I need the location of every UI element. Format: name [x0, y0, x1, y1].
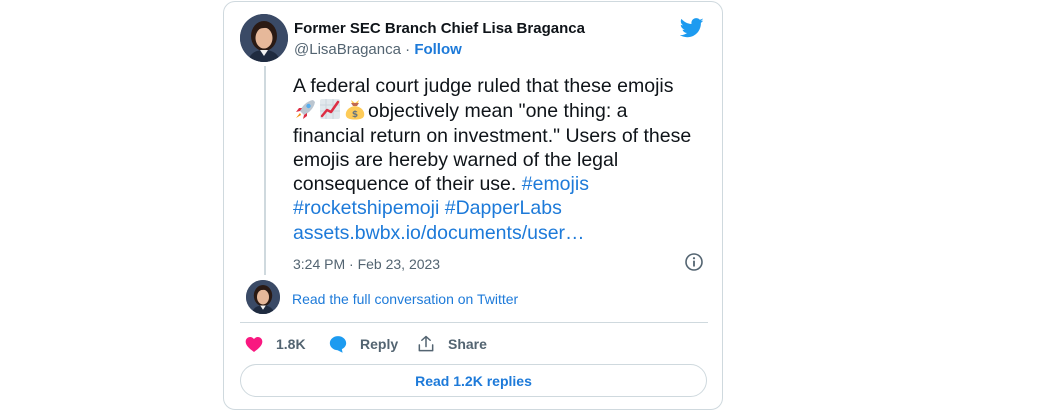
tweet-timestamp[interactable]: 3:24 PM · Feb 23, 2023 [293, 256, 440, 272]
tweet-line-4: emojis are hereby warned of the legal [293, 148, 619, 171]
tweet-url-link[interactable]: assets.bwbx.io/documents/user… [293, 221, 713, 245]
follow-button[interactable]: Follow [414, 41, 462, 58]
share-label: Share [448, 336, 487, 352]
rocket-icon [296, 100, 315, 120]
tweet-line-2: $ objectively mean "one thing: a [293, 98, 713, 123]
handle-separator: · [405, 41, 411, 58]
tweet-line-5: consequence of their use. #emojis [293, 172, 713, 196]
read-replies-label: Read 1.2K replies [415, 372, 532, 389]
hashtag-emojis[interactable]: #emojis [522, 173, 589, 195]
author-handle[interactable]: @LisaBraganca [294, 41, 401, 58]
reply-bubble-icon [329, 336, 347, 353]
twitter-bird-icon[interactable] [680, 18, 704, 38]
svg-text:$: $ [352, 110, 358, 120]
tweet-line-2-text: objectively mean "one thing: a [368, 100, 628, 123]
like-button[interactable]: 1.8K [244, 333, 306, 355]
likes-count: 1.8K [276, 336, 306, 352]
conversation-avatar[interactable] [246, 280, 280, 314]
heart-icon [245, 337, 263, 352]
thread-line [264, 66, 266, 275]
tweet-card: Former SEC Branch Chief Lisa Braganca @L… [223, 1, 723, 410]
tweet-line-1: A federal court judge ruled that these e… [293, 75, 674, 97]
author-name[interactable]: Former SEC Branch Chief Lisa Braganca [294, 20, 585, 37]
hashtag-rocketshipemoji[interactable]: #rocketshipemoji [293, 197, 439, 219]
read-replies-button[interactable]: Read 1.2K replies [240, 364, 707, 397]
share-upload-icon [418, 335, 434, 352]
tweet-line-5-text: consequence of their use. [293, 173, 522, 196]
share-button[interactable]: Share [416, 333, 487, 355]
reply-button[interactable]: Reply [328, 333, 398, 355]
money-bag-icon: $ [345, 100, 365, 120]
tweet-line-3: financial return on investment." Users o… [293, 124, 692, 147]
reply-label: Reply [360, 336, 399, 352]
read-conversation-link[interactable]: Read the full conversation on Twitter [292, 291, 518, 307]
info-icon[interactable] [684, 252, 704, 272]
hashtag-dapperlabs[interactable]: #DapperLabs [445, 197, 562, 219]
tweet-text: A federal court judge ruled that these e… [293, 74, 713, 245]
chart-increasing-icon [320, 99, 340, 120]
author-avatar[interactable] [240, 14, 288, 62]
tweet-line-6: #rocketshipemoji #DapperLabs [293, 196, 713, 220]
author-handle-row: @LisaBraganca · Follow [294, 41, 462, 58]
divider [240, 322, 708, 323]
